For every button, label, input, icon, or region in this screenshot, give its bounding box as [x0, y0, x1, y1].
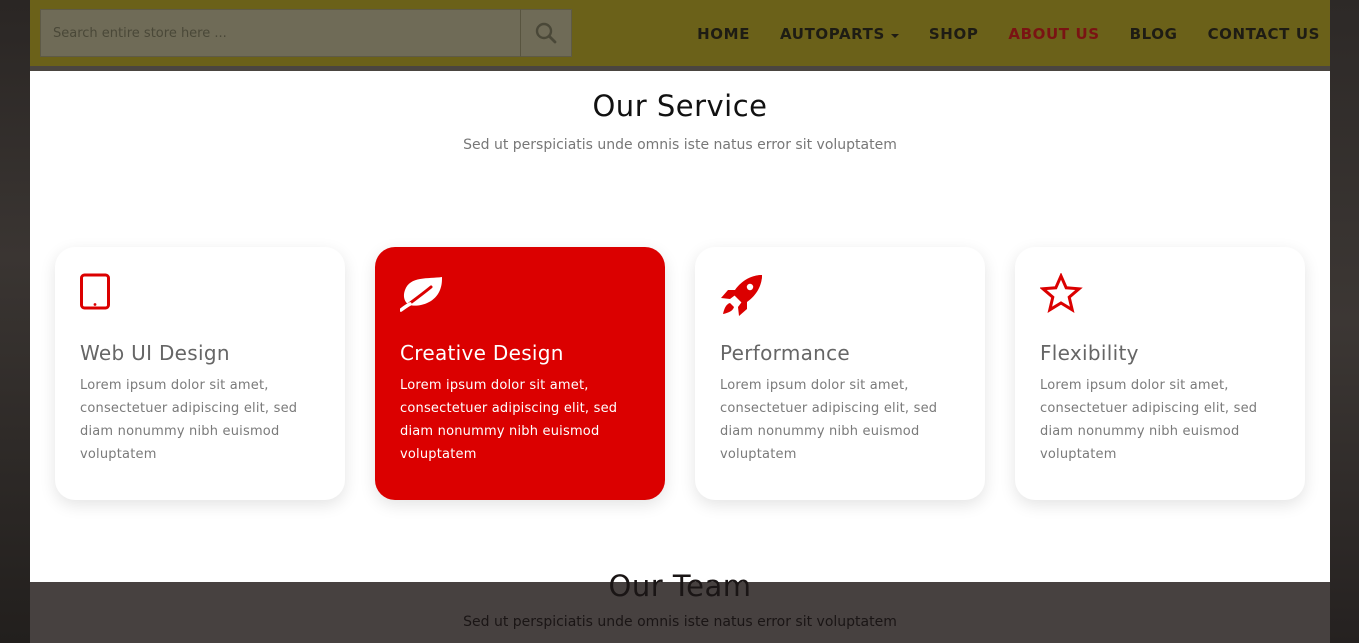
card-text: Lorem ipsum dolor sit amet, consectetuer… — [1040, 378, 1258, 462]
card-text: Lorem ipsum dolor sit amet, consectetuer… — [80, 378, 298, 462]
team-title: Our Team — [608, 569, 752, 603]
service-section: Our Service Sed ut perspiciatis unde omn… — [30, 71, 1330, 582]
nav-contact-us-label: CONTACT US — [1207, 25, 1320, 43]
background-right — [1330, 0, 1359, 643]
site-header: HOME AUTOPARTS SHOP ABOUT US BLOG CONTAC… — [30, 0, 1330, 66]
section-title: Our Service — [592, 89, 768, 123]
nav-shop-label: SHOP — [928, 25, 979, 43]
leaf-icon — [400, 277, 442, 312]
star-icon — [1040, 273, 1083, 313]
card-title: Creative Design — [400, 341, 564, 365]
service-card-web-ui[interactable]: Web UI Design Lorem ipsum dolor sit amet… — [55, 247, 345, 500]
rocket-icon — [721, 275, 762, 316]
search-input[interactable] — [41, 10, 521, 56]
card-title: Web UI Design — [80, 341, 230, 365]
section-subtitle: Sed ut perspiciatis unde omnis iste natu… — [463, 137, 897, 153]
team-subtitle: Sed ut perspiciatis unde omnis iste natu… — [463, 614, 897, 630]
nav-home-label: HOME — [697, 25, 751, 43]
nav-home[interactable]: HOME — [697, 25, 750, 43]
tablet-icon — [80, 273, 110, 310]
card-title: Flexibility — [1040, 341, 1139, 365]
card-text: Lorem ipsum dolor sit amet, consectetuer… — [400, 378, 618, 462]
nav-contact-us[interactable]: CONTACT US — [1208, 25, 1320, 43]
nav-autoparts-label: AUTOPARTS — [780, 25, 885, 43]
service-card-flexibility[interactable]: Flexibility Lorem ipsum dolor sit amet, … — [1015, 247, 1305, 500]
service-card-performance[interactable]: Performance Lorem ipsum dolor sit amet, … — [695, 247, 985, 500]
search-button[interactable] — [520, 9, 572, 57]
search-icon — [535, 22, 557, 44]
nav-blog-label: BLOG — [1129, 25, 1178, 43]
main-nav: HOME AUTOPARTS SHOP ABOUT US BLOG CONTAC… — [697, 25, 1320, 43]
nav-blog[interactable]: BLOG — [1130, 25, 1178, 43]
background-left — [0, 0, 30, 643]
card-text: Lorem ipsum dolor sit amet, consectetuer… — [720, 378, 938, 462]
nav-autoparts[interactable]: AUTOPARTS — [780, 25, 899, 43]
service-card-creative[interactable]: Creative Design Lorem ipsum dolor sit am… — [375, 247, 665, 500]
card-title: Performance — [720, 341, 851, 365]
team-section: Our Team Sed ut perspiciatis unde omnis … — [30, 569, 1330, 643]
search-box — [40, 9, 521, 57]
nav-about-us[interactable]: ABOUT US — [1008, 25, 1099, 43]
nav-shop[interactable]: SHOP — [929, 25, 979, 43]
nav-about-us-label: ABOUT US — [1008, 25, 1100, 43]
caret-down-icon — [890, 33, 899, 38]
